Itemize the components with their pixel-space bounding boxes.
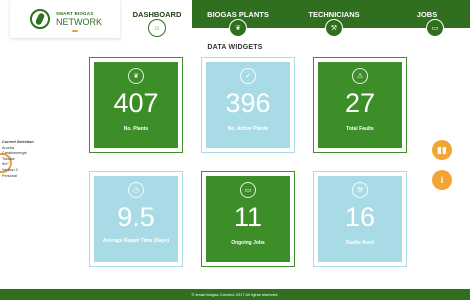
brand-line-2: NETWORK (56, 17, 102, 27)
widget-total-faults[interactable]: ⚠ 27 Total Faults (314, 58, 406, 152)
nav-tab-label: BIOGAS PLANTS (207, 10, 269, 19)
nav-tab-label: DASHBOARD (132, 10, 182, 19)
current-selection-panel: Current Selection Arusha Creativenergie … (2, 140, 34, 179)
wrench-icon[interactable]: ⚒ (325, 19, 343, 37)
brand-line-1: SMART BIOGAS (56, 11, 94, 16)
widget-label: Average Repair Time (Days) (102, 238, 170, 244)
logo-caret (72, 30, 78, 32)
leaf-icon[interactable]: ❦ (229, 19, 247, 37)
info-icon[interactable]: i (432, 170, 452, 190)
widget-value: 9.5 (117, 202, 155, 232)
widget-label: Faults fixed (346, 240, 374, 246)
widget-value: 407 (113, 88, 159, 118)
page-title: DATA WIDGETS (207, 44, 263, 51)
widget-faults-fixed[interactable]: ⚒ 16 Faults fixed (314, 172, 406, 266)
widget-value: 396 (225, 88, 271, 118)
widget-ongoing-jobs[interactable]: ▭ 11 Ongoing Jobs (202, 172, 294, 266)
briefcase-icon[interactable]: ▭ (426, 19, 444, 37)
selection-item: Personal (2, 173, 17, 178)
clock-icon: ◷ (128, 182, 144, 198)
briefcase-icon: ▭ (240, 182, 256, 198)
wrench-icon: ⚒ (352, 182, 368, 198)
widget-value: 11 (233, 202, 263, 232)
widget-label: No. Plants (123, 126, 149, 132)
footer-copyright: © smart biogas Connect 2017 All rights r… (0, 289, 470, 300)
leaf-icon: ❦ (128, 68, 144, 84)
home-icon[interactable]: ⌂ (148, 19, 166, 37)
top-header: SMART BIOGAS NETWORK DASHBOARD ⌂ BIOGAS … (0, 0, 470, 44)
widget-label: Total Faults (346, 126, 374, 132)
brand-logo[interactable]: SMART BIOGAS NETWORK (10, 0, 120, 38)
leaf-logo-icon (30, 9, 50, 29)
nav-tab-label: JOBS (416, 10, 438, 19)
widget-avg-repair-time[interactable]: ◷ 9.5 Average Repair Time (Days) (90, 172, 182, 266)
widget-active-plants[interactable]: ✓ 396 No. Active Plants (202, 58, 294, 152)
widget-no-plants[interactable]: ❦ 407 No. Plants (90, 58, 182, 152)
widget-label: Ongoing Jobs (231, 240, 265, 246)
check-icon: ✓ (240, 68, 256, 84)
widget-label: No. Active Plants (227, 126, 269, 132)
bar-chart-icon[interactable]: ▮▮ (432, 140, 452, 160)
warning-icon: ⚠ (352, 68, 368, 84)
widget-value: 27 (344, 88, 376, 118)
selection-title: Current Selection (2, 140, 34, 144)
widget-value: 16 (344, 202, 376, 232)
nav-tab-label: TECHNICIANS (308, 10, 360, 19)
